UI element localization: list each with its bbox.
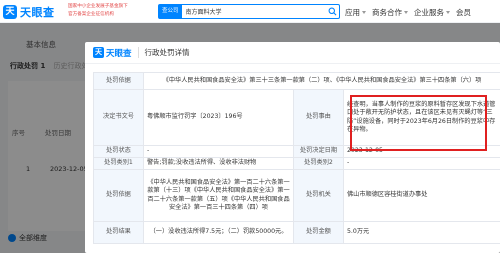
- modal-brand: 天眼查: [106, 48, 132, 59]
- nav-label: 会员: [456, 8, 471, 17]
- logo-mark: 天: [93, 47, 104, 58]
- basis-value: 《中华人民共和国食品安全法》第三十三条第一款第（二）项、《中华人民共和国食品安全…: [142, 72, 500, 90]
- nav-item-business[interactable]: 商务合作: [372, 7, 408, 18]
- chevron-down-icon: [404, 11, 408, 14]
- decision-date-label: 处罚决定日期: [293, 145, 344, 158]
- modal-logo: 天 天眼查: [93, 47, 132, 59]
- search-input[interactable]: [185, 6, 306, 17]
- modal-title: 行政处罚详情: [137, 47, 190, 58]
- amount-value: 5.0万元: [342, 221, 500, 244]
- chevron-down-icon: [446, 11, 450, 14]
- docno-label: 决定书文号: [93, 89, 144, 146]
- category2-value: -: [342, 157, 500, 170]
- law-label: 处罚依据: [93, 169, 144, 222]
- result-value: （一）没收违法所得7.5元；（二）罚款50000元。: [143, 221, 294, 244]
- search-bar: 查公司: [158, 4, 340, 19]
- slogan-line-2: 官方备案企业征信机构: [68, 12, 114, 17]
- reason-value: 经查明，当事人制作的豆浆的原料暂存区发现下水道管口处于敞开无防护状态，且在该区未…: [342, 89, 500, 146]
- category-value: 警告;罚款;没收违法所得、没收非法财物: [143, 157, 294, 170]
- table-row: 处罚依据 《中华人民共和国食品安全法》第一百二十六条第一款第（十三）项《中华人民…: [93, 169, 500, 222]
- nav-item-apps[interactable]: 应用: [345, 7, 366, 18]
- basis-label: 处罚依据: [93, 72, 144, 90]
- slogan: 国家中小企业发展子基金旗下 官方备案企业征信机构: [68, 3, 156, 20]
- status-label: 处罚状态: [93, 145, 144, 158]
- penalty-detail-modal: 天 天眼查 行政处罚详情 处罚依据 《中华人民共和国食品安全法》第三十三条第一款…: [85, 42, 500, 253]
- table-row: 决定书文号 粤佛顺市监行罚字〔2023〕196号 处罚事由 经查明，当事人制作的…: [93, 89, 500, 146]
- top-header: 天 天眼查 国家中小企业发展子基金旗下 官方备案企业征信机构 查公司 应用 商务…: [0, 0, 500, 23]
- slogan-line-1: 国家中小企业发展子基金旗下: [68, 4, 128, 9]
- reason-label: 处罚事由: [293, 89, 344, 146]
- authority-value: 佛山市顺德区容桂街道办事处: [342, 169, 500, 222]
- logo-mark: 天: [3, 4, 17, 19]
- law-value: 《中华人民共和国食品安全法》第一百二十六条第一款第（十三）项《中华人民共和国食品…: [143, 169, 294, 222]
- category-label: 处罚类别1: [93, 157, 144, 170]
- nav-label: 应用: [345, 8, 360, 17]
- nav-label: 企业服务: [414, 8, 444, 17]
- authority-label: 处罚机关: [293, 169, 344, 222]
- penalty-detail-table: 处罚依据 《中华人民共和国食品安全法》第三十三条第一款第（二）项、《中华人民共和…: [93, 72, 500, 244]
- modal-header: 天 天眼查 行政处罚详情: [85, 42, 500, 64]
- nav-item-vip[interactable]: 会员: [456, 7, 471, 18]
- nav-label: 商务合作: [372, 8, 402, 17]
- logo-text: 天眼查: [20, 5, 55, 19]
- search-icon[interactable]: [328, 7, 337, 16]
- search-type-tag[interactable]: 查公司: [159, 5, 182, 18]
- table-row: 处罚类别1 警告;罚款;没收违法所得、没收非法财物 处罚类别2 -: [93, 157, 500, 170]
- status-value: -: [143, 145, 294, 158]
- docno-value: 粤佛顺市监行罚字〔2023〕196号: [143, 89, 294, 146]
- table-row: 处罚状态 - 处罚决定日期 2023-12-05: [93, 145, 500, 158]
- decision-date-value: 2023-12-05: [342, 145, 500, 158]
- nav-item-enterprise[interactable]: 企业服务: [414, 7, 450, 18]
- site-logo[interactable]: 天 天眼查: [3, 4, 55, 19]
- top-nav: 应用 商务合作 企业服务 会员: [345, 7, 471, 18]
- table-row: 处罚结果 （一）没收违法所得7.5元；（二）罚款50000元。 处罚金额 5.0…: [93, 221, 500, 244]
- chevron-down-icon: [362, 11, 366, 14]
- result-label: 处罚结果: [93, 221, 144, 244]
- category2-label: 处罚类别2: [293, 157, 344, 170]
- table-row: 处罚依据 《中华人民共和国食品安全法》第三十三条第一款第（二）项、《中华人民共和…: [93, 72, 500, 90]
- amount-label: 处罚金额: [293, 221, 344, 244]
